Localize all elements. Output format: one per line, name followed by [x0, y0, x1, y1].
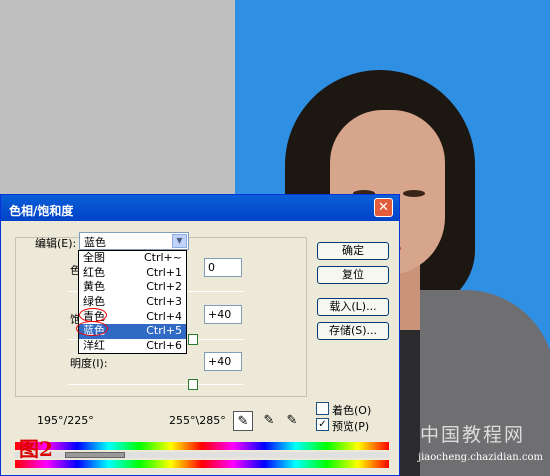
dropdown-item-shortcut: Ctrl+6 — [146, 339, 182, 353]
lightness-input[interactable]: +40 — [204, 352, 242, 371]
colorize-label: 着色(O) — [332, 404, 372, 417]
saturation-slider-thumb[interactable] — [188, 334, 198, 345]
dialog-titlebar[interactable]: 色相/饱和度 ✕ — [1, 195, 399, 221]
dropdown-item-reds[interactable]: 红色 Ctrl+1 — [79, 266, 186, 281]
dropdown-item-shortcut: Ctrl+3 — [146, 295, 182, 309]
output-color-spectrum — [15, 460, 389, 468]
dropdown-item-label: 全图 — [83, 251, 105, 264]
dropdown-item-magentas[interactable]: 洋红 Ctrl+6 — [79, 339, 186, 354]
dropdown-item-master[interactable]: 全图 Ctrl+~ — [79, 251, 186, 266]
dropdown-item-label: 洋红 — [83, 339, 105, 353]
load-button[interactable]: 载入(L)... — [317, 298, 389, 316]
reset-button[interactable]: 复位 — [317, 266, 389, 284]
colorize-checkbox[interactable] — [316, 402, 329, 415]
lightness-slider[interactable] — [68, 384, 243, 385]
dropdown-item-yellows[interactable]: 黄色 Ctrl+2 — [79, 280, 186, 295]
watermark-url: jiaocheng.chazidian.com — [418, 452, 544, 463]
photo-eye-right — [403, 190, 425, 197]
preview-checkbox[interactable]: ✓ — [316, 418, 329, 431]
hue-saturation-dialog: 色相/饱和度 ✕ 编辑(E): 蓝色 ▼ 色 0 饱 +40 明度(I): +4… — [0, 194, 400, 476]
range-left-readout: 195°/225° — [37, 414, 94, 427]
edit-label: 编辑(E): — [35, 237, 77, 250]
dropdown-item-shortcut: Ctrl+2 — [146, 280, 182, 294]
dropdown-item-shortcut: Ctrl+4 — [146, 309, 182, 323]
save-button[interactable]: 存储(S)... — [317, 322, 389, 340]
edit-select[interactable]: 蓝色 ▼ — [79, 232, 189, 250]
edit-select-value: 蓝色 — [84, 236, 106, 249]
annotation-figure-label: 图2 — [19, 437, 53, 461]
chevron-down-icon[interactable]: ▼ — [172, 234, 187, 248]
annotation-circle-blues — [76, 321, 108, 336]
dropdown-item-label: 红色 — [83, 265, 105, 279]
input-color-spectrum — [15, 442, 389, 450]
eyedropper-plus-icon[interactable]: ✎ — [259, 411, 279, 431]
dropdown-item-label: 绿色 — [83, 295, 105, 309]
hue-input[interactable]: 0 — [204, 258, 242, 277]
range-slider-bar[interactable] — [65, 452, 125, 458]
dropdown-item-shortcut: Ctrl+5 — [146, 324, 182, 338]
ok-button[interactable]: 确定 — [317, 242, 389, 260]
edit-dropdown-list[interactable]: 全图 Ctrl+~ 红色 Ctrl+1 黄色 Ctrl+2 绿色 Ctrl+3 … — [78, 250, 187, 354]
eyedropper-minus-icon[interactable]: ✎ — [282, 411, 302, 431]
eyedropper-icon[interactable]: ✎ — [233, 411, 253, 431]
lightness-slider-thumb[interactable] — [188, 379, 198, 390]
close-icon[interactable]: ✕ — [374, 198, 393, 217]
watermark-site-name: 中国教程网 — [420, 424, 526, 446]
dropdown-item-shortcut: Ctrl+1 — [146, 265, 182, 279]
annotation-circle-cyans — [79, 308, 107, 322]
dropdown-item-shortcut: Ctrl+~ — [143, 251, 182, 264]
preview-label: 预览(P) — [332, 420, 370, 433]
dialog-title: 色相/饱和度 — [9, 204, 74, 218]
lightness-label: 明度(I): — [70, 357, 108, 370]
range-right-readout: 255°\285° — [169, 414, 226, 427]
dropdown-item-label: 黄色 — [83, 280, 105, 294]
saturation-input[interactable]: +40 — [204, 305, 242, 324]
